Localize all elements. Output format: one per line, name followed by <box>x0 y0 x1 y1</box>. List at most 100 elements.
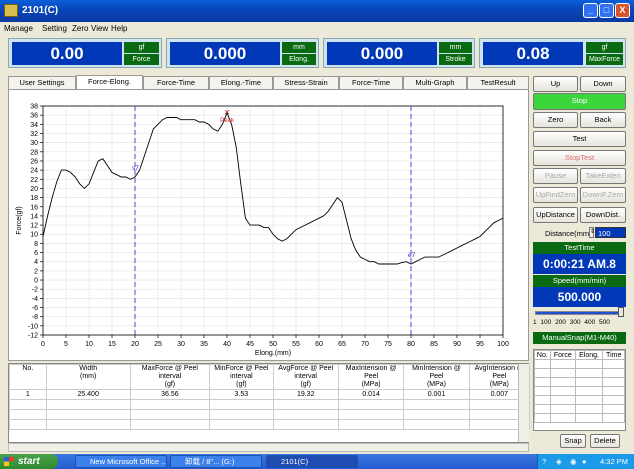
tab-force-elong[interactable]: Force-Elong. <box>76 75 143 89</box>
table-row <box>9 399 531 410</box>
y-tick-label: 10 <box>30 232 38 239</box>
x-tick-label: 55 <box>292 341 300 348</box>
upfindzero-button[interactable]: UpFindZero <box>533 187 578 203</box>
snap-col-force: Force <box>549 350 576 360</box>
start-button[interactable]: start <box>0 454 58 469</box>
test-button[interactable]: Test <box>533 131 626 147</box>
force-readout: 0.00 gf Force <box>8 38 162 68</box>
y-tick-label: 14 <box>30 213 38 220</box>
distance-input[interactable]: 100 <box>595 227 626 238</box>
y-tick-label: -12 <box>28 333 38 340</box>
stroke-readout: 0.000 mm Stroke <box>323 38 475 68</box>
y-tick-label: -8 <box>32 314 38 321</box>
maxforce-readout: 0.08 gf MaxForce <box>479 38 626 68</box>
taskbar-item-office[interactable]: New Microsoft Office ... <box>75 455 167 468</box>
snap-table: No. Force Elong. Time <box>533 349 626 431</box>
menu-view[interactable]: View <box>91 24 108 33</box>
downfzero-button[interactable]: DownF.Zero <box>580 187 626 203</box>
snap-col-time: Time <box>602 350 625 360</box>
tray-volume-icon[interactable]: ◉ <box>570 457 577 466</box>
tray-help-icon[interactable]: ? <box>542 457 546 466</box>
cell-minintension: 0.001 <box>403 389 470 400</box>
tray-clock: 4:32 PM <box>600 457 628 466</box>
cell-avgforce: 19.32 <box>272 389 339 400</box>
close-button[interactable]: X <box>615 3 630 18</box>
tab-multi-graph[interactable]: Multi-Graph <box>403 76 467 89</box>
y-tick-label: 18 <box>30 195 38 202</box>
title-bar: 2101(C) _ □ X <box>0 0 634 22</box>
y-tick-label: 4 <box>34 259 38 266</box>
tab-test-result[interactable]: TestResult <box>467 76 529 89</box>
tab-elong-time[interactable]: Elong.-Time <box>209 76 273 89</box>
testtime-label: TestTime <box>533 242 626 254</box>
y-tick-label: -6 <box>32 305 38 312</box>
speed-slider-track[interactable] <box>535 311 624 315</box>
menu-setting[interactable]: Setting <box>42 24 67 33</box>
down-button[interactable]: Down <box>580 76 626 92</box>
y-tick-label: 0 <box>34 278 38 285</box>
x-tick-label: 35 <box>200 341 208 348</box>
cell-width: 25.400 <box>45 389 131 400</box>
stop-button[interactable]: Stop <box>533 93 626 110</box>
takeexten-button[interactable]: TakeExten <box>580 168 626 184</box>
stroke-label: Stroke <box>439 54 472 65</box>
zero-button[interactable]: Zero <box>533 112 578 128</box>
delete-button[interactable]: Delete <box>590 434 620 448</box>
menu-bar: Manage Setting Zero View Help <box>0 22 634 36</box>
y-tick-label: 34 <box>30 122 38 129</box>
x-tick-label: 15 <box>108 341 116 348</box>
snap-button[interactable]: Snap <box>560 434 586 448</box>
taskbar: start New Microsoft Office ... 卸载 / 8"..… <box>0 454 634 469</box>
pause-button[interactable]: Pause <box>533 168 578 184</box>
up-button[interactable]: Up <box>533 76 578 92</box>
x-tick-label: 45 <box>246 341 254 348</box>
start-label: start <box>18 456 40 467</box>
updistance-button[interactable]: UpDistance <box>533 207 578 223</box>
speed-slider-thumb[interactable] <box>618 307 624 317</box>
peak-marker: ✕ <box>224 108 231 117</box>
cell-maxforce: 36.56 <box>129 389 211 400</box>
col-header-minforce: MinForce @ Peel interval (gf) <box>209 364 274 390</box>
x-tick-label: 30 <box>177 341 185 348</box>
taskbar-item-2101[interactable]: 2101(C) <box>266 455 358 468</box>
menu-manage[interactable]: Manage <box>4 24 33 33</box>
y-tick-label: 30 <box>30 140 38 147</box>
x-tick-label: 95 <box>476 341 484 348</box>
table-vertical-scrollbar[interactable] <box>518 364 529 442</box>
tab-force-time-2[interactable]: Force-Time <box>339 76 403 89</box>
force-unit: gf <box>124 42 159 53</box>
col-header-maxforce: MaxForce @ Peel interval (gf) <box>129 364 211 390</box>
speed-slider-ticks: 1 100 200 300 400 500 <box>533 319 610 326</box>
distance-spinner[interactable]: ⇕ <box>589 227 595 238</box>
tab-stress-strain[interactable]: Stress-Strain <box>273 76 339 89</box>
menu-help[interactable]: Help <box>111 24 127 33</box>
snap-col-no: No. <box>534 350 551 360</box>
maximize-button[interactable]: □ <box>599 3 614 18</box>
snap-header-row: No. Force Elong. Time <box>534 350 625 360</box>
elong-unit: mm <box>282 42 316 53</box>
marker-label-e7: e7 <box>408 252 416 259</box>
stoptest-button[interactable]: StopTest <box>533 150 626 166</box>
cell-minforce: 3.53 <box>209 389 274 400</box>
tab-force-time[interactable]: Force-Time <box>143 76 209 89</box>
y-axis-label: Force(gf) <box>16 206 23 234</box>
downdist-button[interactable]: DownDist. <box>580 207 626 223</box>
tray-network-icon[interactable]: ◈ <box>556 457 562 466</box>
table-horizontal-scrollbar[interactable] <box>8 443 529 452</box>
peak-label: Peak <box>220 118 235 124</box>
manualsnap-label: ManualSnap(M1-M40) <box>533 332 626 344</box>
x-tick-label: 90 <box>453 341 461 348</box>
table-row[interactable]: 1 25.400 36.56 3.53 19.32 0.014 0.001 0.… <box>9 389 531 400</box>
taskbar-item-drive[interactable]: 卸载 / 8"... (G:) <box>170 455 262 468</box>
force-elong-chart: 0 5 10 15 20 25 30 35 40 45 50 55 60 65 70 75 80 85 90 95 10… <box>16 104 509 358</box>
y-tick-label: -2 <box>32 287 38 294</box>
back-button[interactable]: Back <box>580 112 626 128</box>
tray-security-icon[interactable]: ● <box>582 457 587 466</box>
col-header-width: Width (mm) <box>45 364 131 390</box>
menu-zero[interactable]: Zero <box>72 24 88 33</box>
y-tick-label: 26 <box>30 158 38 165</box>
minimize-button[interactable]: _ <box>583 3 598 18</box>
y-tick-label: 2 <box>34 268 38 275</box>
x-tick-label: 70 <box>361 341 369 348</box>
tab-user-settings[interactable]: User Settings <box>8 76 76 89</box>
